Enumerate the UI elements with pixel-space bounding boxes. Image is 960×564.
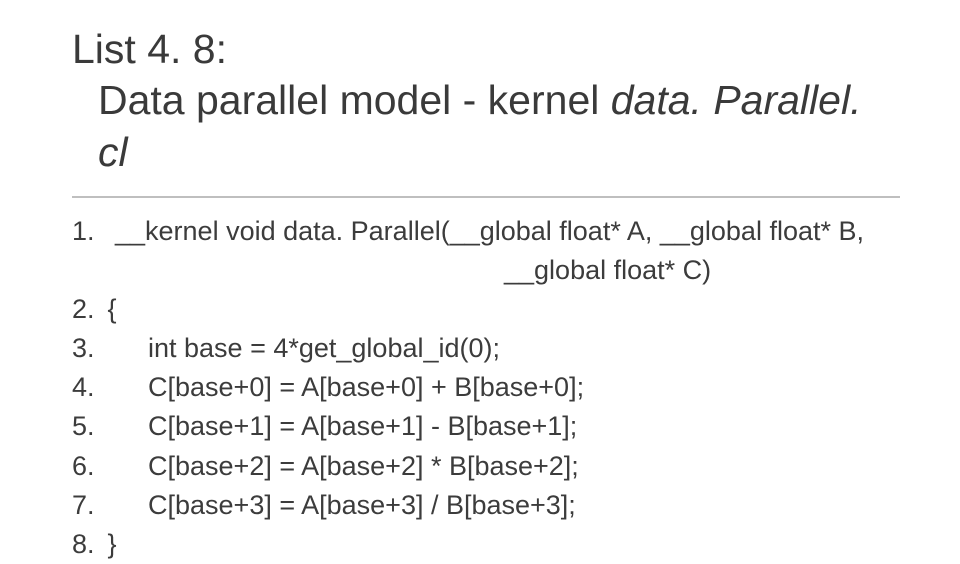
title-line2-plain: Data parallel model - kernel [98,77,611,123]
code-line-4: 4.C[base+0] = A[base+0] + B[base+0]; [72,368,900,407]
code-line-6: 6.C[base+2] = A[base+2] * B[base+2]; [72,447,900,486]
code-line-1: 1. __kernel void data. Parallel(__global… [72,212,900,251]
code-line-1b: __global float* C) [72,251,900,290]
slide-title: List 4. 8: Data parallel model - kernel … [72,24,900,178]
code-line-7: 7.C[base+3] = A[base+3] / B[base+3]; [72,486,900,525]
title-prefix: List 4. 8: [72,26,227,72]
code-line-8: 8. } [72,525,900,564]
code-listing: 1. __kernel void data. Parallel(__global… [72,212,900,564]
code-line-2: 2. { [72,290,900,329]
title-divider [72,196,900,198]
code-line-5: 5.C[base+1] = A[base+1] - B[base+1]; [72,407,900,446]
code-line-3: 3.int base = 4*get_global_id(0); [72,329,900,368]
